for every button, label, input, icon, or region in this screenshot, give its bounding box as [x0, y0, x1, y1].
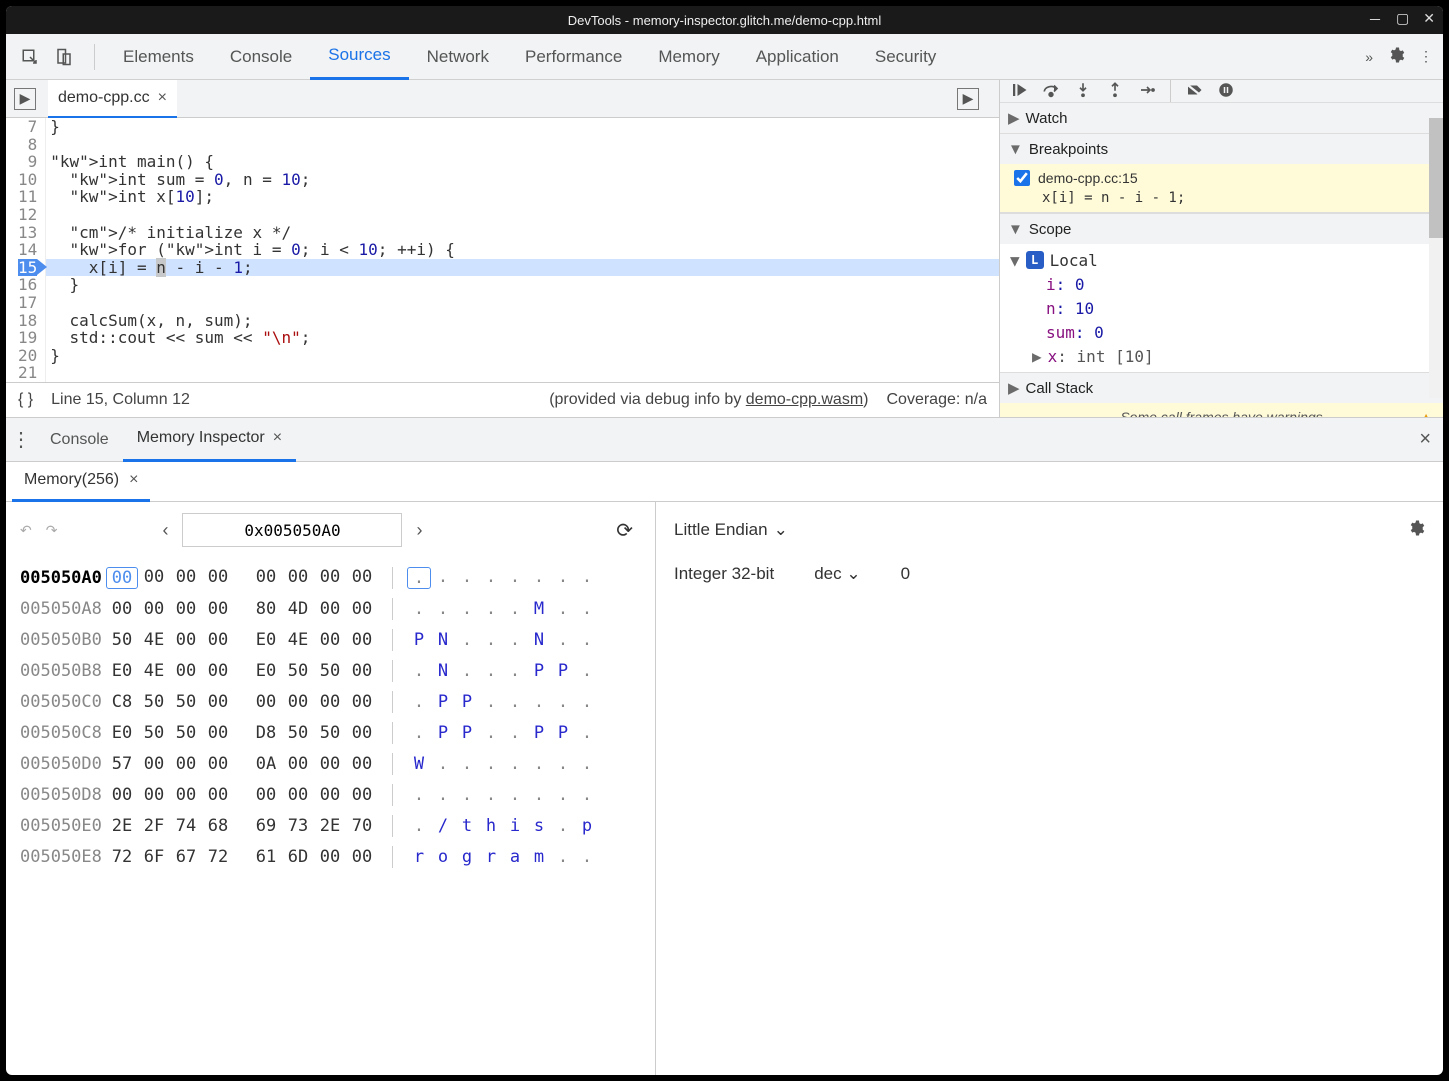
watch-section-header[interactable]: ▶Watch — [1000, 103, 1443, 133]
hex-row[interactable]: 005050B0504E0000E04E0000PN...N.. — [20, 624, 633, 655]
hex-row[interactable]: 005050B8E04E0000E0505000.N...PP. — [20, 655, 633, 686]
tab-network[interactable]: Network — [409, 34, 507, 80]
memory-tab[interactable]: Memory(256)× — [12, 462, 150, 502]
resume-icon[interactable] — [1010, 81, 1028, 102]
inspector-value: 0 — [901, 564, 910, 584]
endian-select[interactable]: Little Endian⌄ — [674, 520, 788, 540]
drawer-tab-memory-inspector[interactable]: Memory Inspector× — [123, 418, 296, 462]
step-icon[interactable] — [1138, 81, 1156, 102]
source-statusbar: { } Line 15, Column 12 (provided via deb… — [6, 382, 999, 416]
drawer-kebab-icon[interactable]: ⋮ — [6, 427, 36, 452]
window-close-icon[interactable]: ✕ — [1423, 10, 1435, 30]
breakpoint-item[interactable]: demo-cpp.cc:15 x[i] = n - i - 1; — [1000, 164, 1443, 213]
history-back-icon[interactable]: ↶ — [20, 522, 32, 539]
step-into-icon[interactable] — [1074, 81, 1092, 102]
step-over-icon[interactable] — [1042, 81, 1060, 102]
tab-memory[interactable]: Memory — [640, 34, 737, 80]
drawer-panel-tabs: ⋮ ConsoleMemory Inspector× × — [6, 418, 1443, 462]
tab-elements[interactable]: Elements — [105, 34, 212, 80]
file-tab-label: demo-cpp.cc — [58, 89, 150, 107]
debugger-toggle-icon[interactable]: ▶ — [957, 88, 979, 110]
next-page-icon[interactable]: › — [416, 520, 422, 541]
prev-page-icon[interactable]: ‹ — [162, 520, 168, 541]
scope-section-header[interactable]: ▼Scope — [1000, 214, 1443, 244]
hex-row[interactable]: 005050C8E0505000D8505000.PP..PP. — [20, 717, 633, 748]
tab-sources[interactable]: Sources — [310, 34, 408, 80]
scope-var-n[interactable]: n: 10 — [1010, 296, 1433, 320]
address-input[interactable] — [182, 513, 402, 547]
deactivate-breakpoints-icon[interactable] — [1185, 81, 1203, 102]
breakpoints-section-header[interactable]: ▼Breakpoints — [1000, 134, 1443, 164]
hex-row[interactable]: 005050C0C850500000000000.PP..... — [20, 686, 633, 717]
coverage-status: Coverage: n/a — [886, 391, 987, 409]
scope-var-i[interactable]: i: 0 — [1010, 272, 1433, 296]
tab-console[interactable]: Console — [212, 34, 310, 80]
breakpoint-checkbox[interactable] — [1014, 170, 1030, 186]
drawer-tab-console[interactable]: Console — [36, 418, 123, 462]
tab-performance[interactable]: Performance — [507, 34, 640, 80]
kebab-menu-icon[interactable]: ⋮ — [1419, 48, 1433, 65]
value-inspector-pane: Little Endian⌄ Integer 32-bit dec ⌄ 0 — [656, 502, 1443, 1075]
inspector-type-label: Integer 32-bit — [674, 564, 774, 584]
pretty-print-icon[interactable]: { } — [18, 391, 33, 409]
close-drawer-tab-icon[interactable]: × — [273, 429, 282, 447]
window-minimize-icon[interactable]: － — [1368, 10, 1382, 30]
tab-application[interactable]: Application — [738, 34, 857, 80]
inspector-format-select[interactable]: dec ⌄ — [814, 564, 860, 584]
more-tabs-icon[interactable]: » — [1365, 49, 1373, 65]
hex-row[interactable]: 005050D0570000000A000000W....... — [20, 748, 633, 779]
close-drawer-icon[interactable]: × — [1419, 428, 1431, 451]
scope-local[interactable]: ▼LLocal — [1010, 248, 1433, 272]
breakpoint-code: x[i] = n - i - 1; — [1042, 190, 1430, 206]
hex-row[interactable]: 005050A800000000804D0000.....M.. — [20, 593, 633, 624]
sources-panel: ▶ demo-cpp.cc × ▶ 7891011121314151617181… — [6, 80, 999, 417]
navigator-toggle-icon[interactable]: ▶ — [14, 88, 36, 110]
source-file-tab[interactable]: demo-cpp.cc × — [48, 80, 177, 118]
cursor-position: Line 15, Column 12 — [51, 391, 190, 409]
history-forward-icon[interactable]: ↷ — [46, 522, 58, 539]
window-maximize-icon[interactable]: ▢ — [1396, 10, 1409, 30]
scope-var-sum[interactable]: sum: 0 — [1010, 320, 1433, 344]
close-file-tab-icon[interactable]: × — [158, 89, 167, 107]
inspect-element-icon[interactable] — [16, 43, 44, 71]
tab-security[interactable]: Security — [857, 34, 954, 80]
settings-gear-icon[interactable] — [1387, 46, 1405, 67]
source-map-link[interactable]: demo-cpp.wasm — [746, 391, 863, 408]
hex-view-pane: ↶ ↷ ‹ › ⟳ 005050A00000000000000000......… — [6, 502, 656, 1075]
inspector-settings-gear-icon[interactable] — [1407, 519, 1425, 542]
hex-row[interactable]: 005050D80000000000000000........ — [20, 779, 633, 810]
pause-on-exceptions-icon[interactable] — [1217, 81, 1235, 102]
hex-row[interactable]: 005050A00000000000000000........ — [20, 562, 633, 593]
callstack-section-header[interactable]: ▶Call Stack — [1000, 373, 1443, 403]
window-title: DevTools - memory-inspector.glitch.me/de… — [568, 13, 882, 28]
refresh-icon[interactable]: ⟳ — [616, 518, 633, 543]
device-toolbar-icon[interactable] — [50, 43, 78, 71]
hex-row[interactable]: 005050E8726F6772616D0000rogram.. — [20, 841, 633, 872]
callstack-warning: Some call frames have warnings▲ — [1000, 403, 1443, 417]
close-memory-tab-icon[interactable]: × — [129, 471, 138, 489]
window-titlebar: DevTools - memory-inspector.glitch.me/de… — [6, 6, 1443, 34]
hex-row[interactable]: 005050E02E2F746869732E70./this.p — [20, 810, 633, 841]
scope-var-x[interactable]: ▶x: int [10] — [1010, 344, 1433, 368]
step-out-icon[interactable] — [1106, 81, 1124, 102]
debugger-sidebar: ▶Watch ▼Breakpoints demo-cpp.cc:15 x[i] … — [999, 80, 1443, 417]
main-toolbar: ElementsConsoleSourcesNetworkPerformance… — [6, 34, 1443, 80]
